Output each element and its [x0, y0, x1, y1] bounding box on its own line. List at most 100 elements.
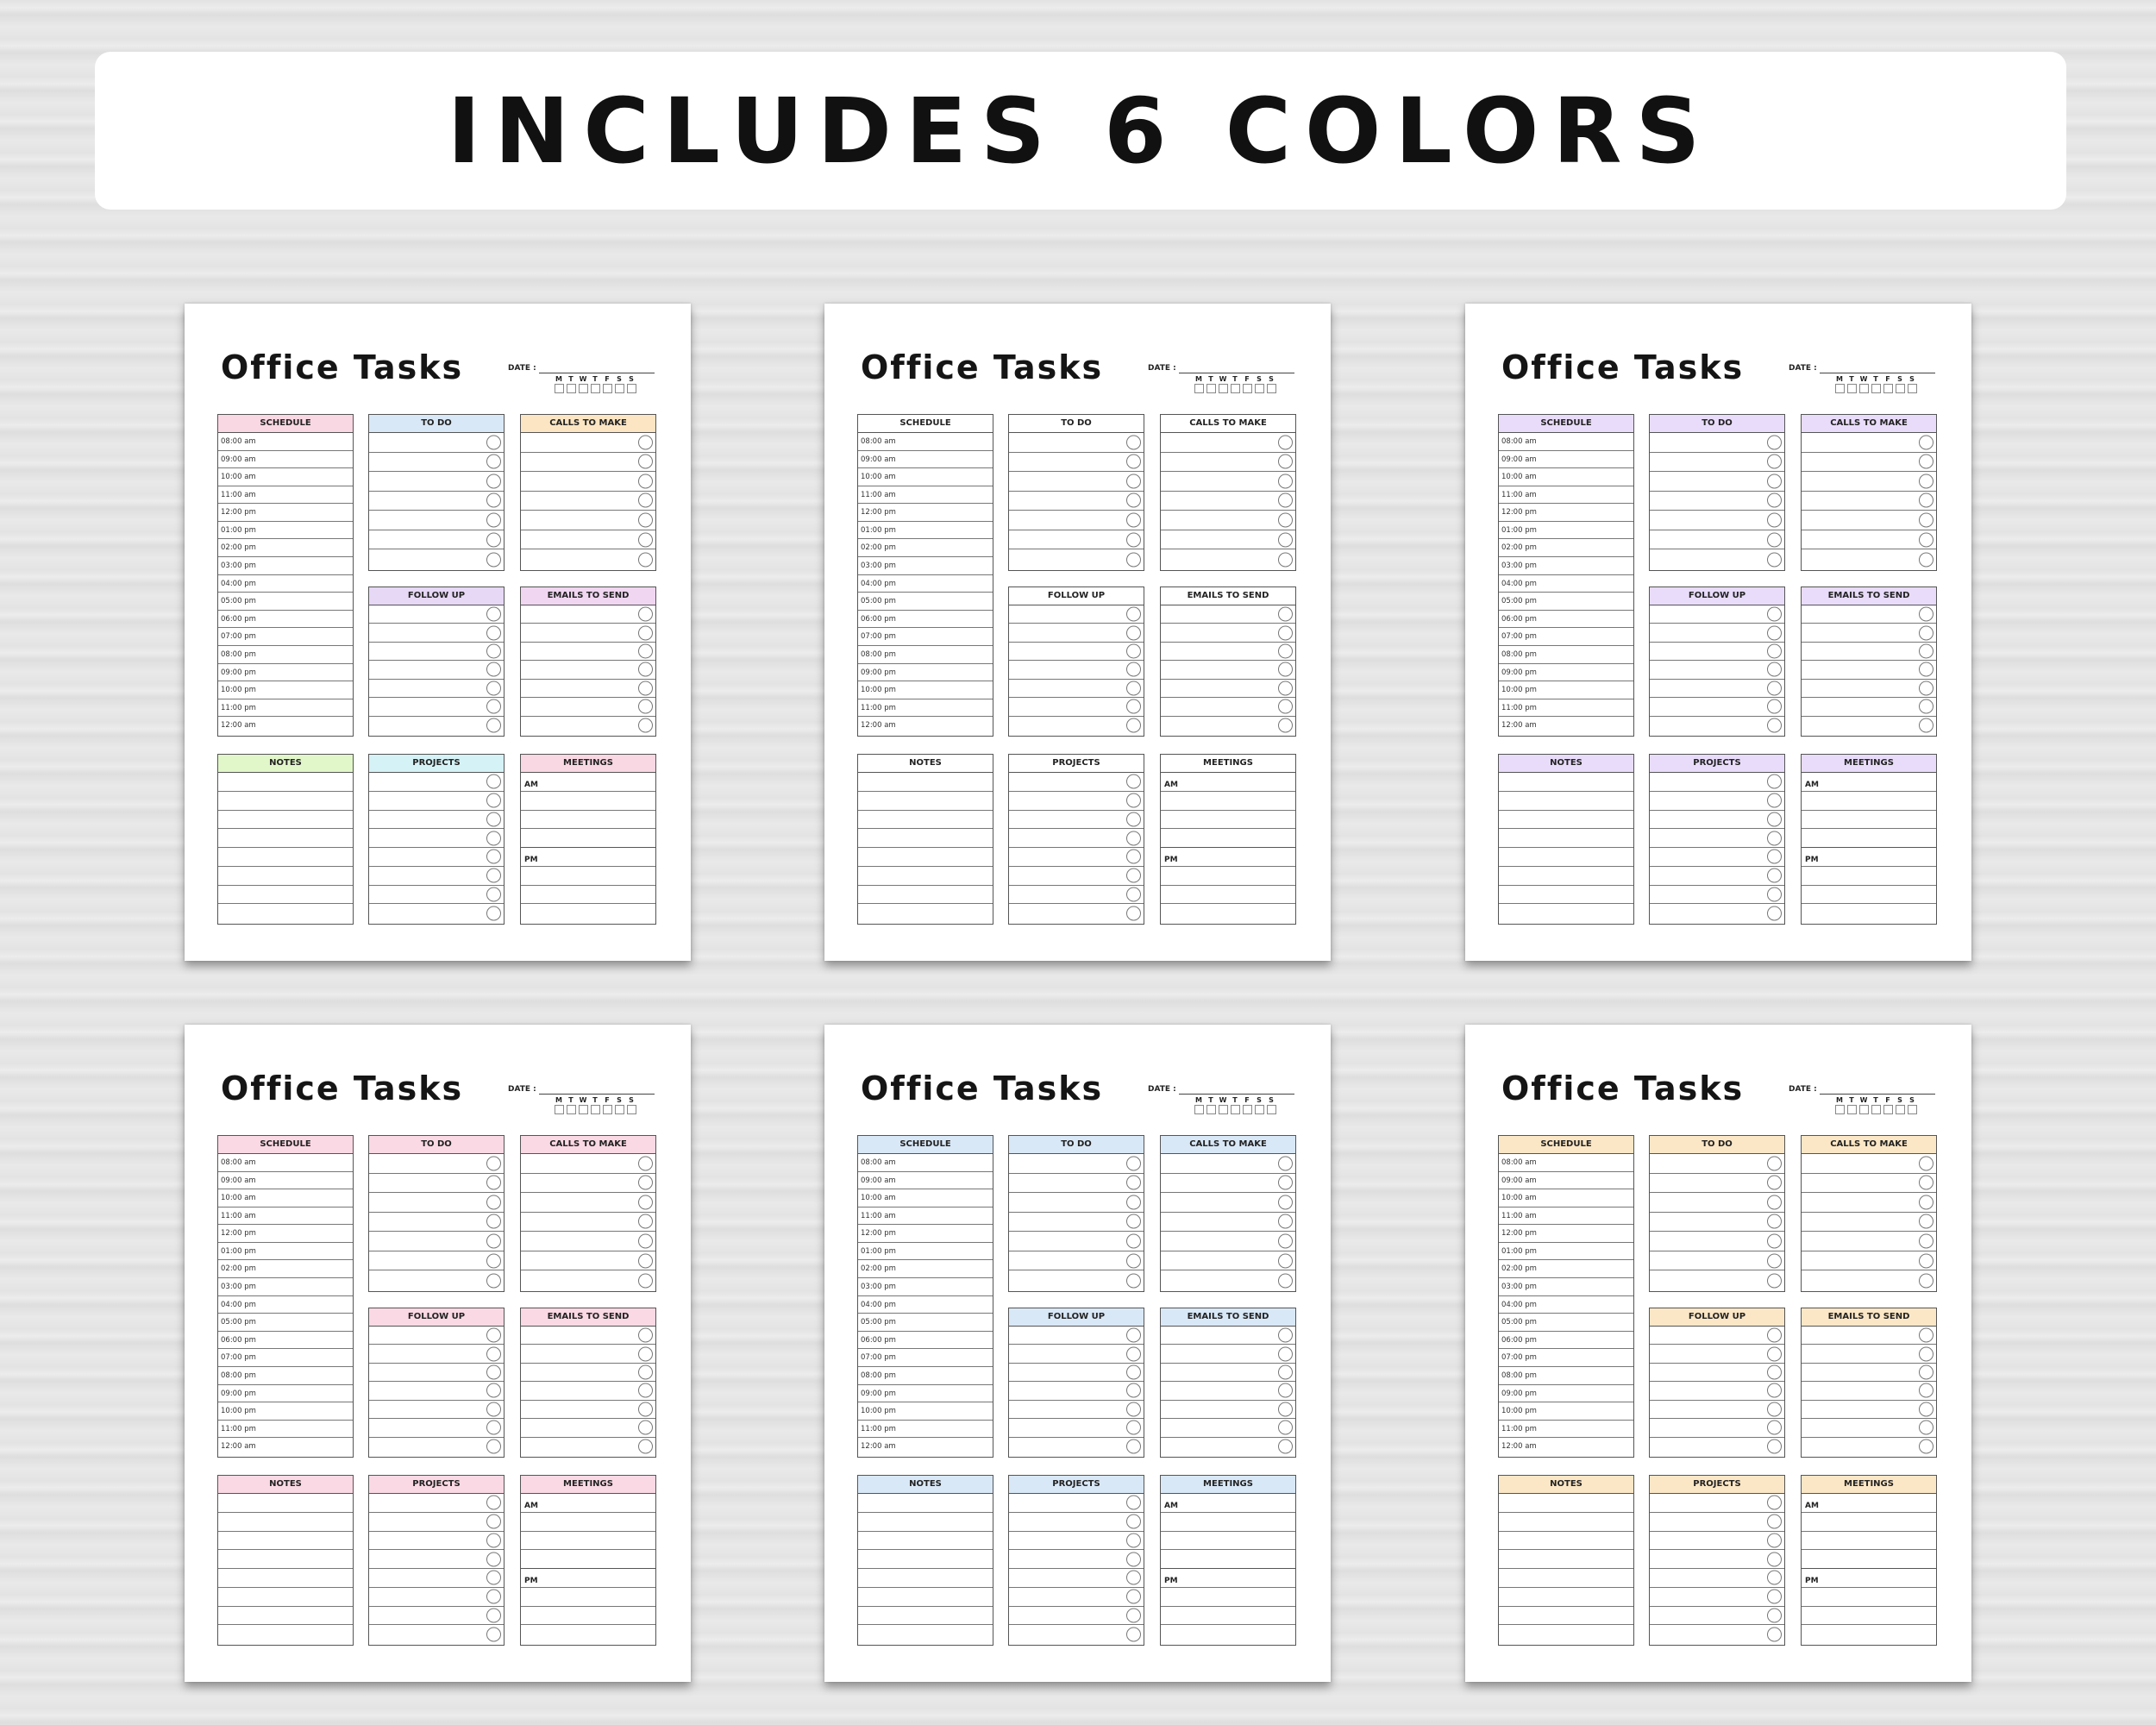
projects-panel-row[interactable]: [1009, 811, 1144, 830]
checkbox-circle-icon[interactable]: [1767, 1214, 1782, 1229]
schedule-panel-row[interactable]: 06:00 pm: [858, 611, 993, 629]
todo-panel-row[interactable]: [1650, 453, 1784, 473]
checkbox-circle-icon[interactable]: [1767, 1233, 1782, 1249]
schedule-panel-row[interactable]: 12:00 am: [1499, 717, 1633, 735]
checkbox-circle-icon[interactable]: [1767, 532, 1782, 548]
projects-panel-row[interactable]: [1650, 1625, 1784, 1644]
weekday-checkbox[interactable]: [1858, 384, 1869, 393]
todo-panel-row[interactable]: [369, 549, 504, 569]
checkbox-circle-icon[interactable]: [1126, 552, 1141, 568]
checkbox-circle-icon[interactable]: [486, 1233, 501, 1249]
calls-panel-row[interactable]: [1802, 1270, 1936, 1290]
checkbox-circle-icon[interactable]: [1919, 1383, 1934, 1398]
meetings-panel-row[interactable]: PM: [1802, 848, 1936, 867]
schedule-panel-row[interactable]: 02:00 pm: [858, 1260, 993, 1279]
emails-panel-row[interactable]: [521, 698, 655, 717]
notes-panel-row[interactable]: [218, 1532, 353, 1551]
date-field[interactable]: DATE :MTWTFSS: [508, 1085, 655, 1120]
checkbox-circle-icon[interactable]: [1767, 1589, 1782, 1604]
weekday-checkbox[interactable]: [614, 1105, 624, 1114]
followup-panel-row[interactable]: [1009, 1438, 1144, 1456]
date-field[interactable]: DATE :MTWTFSS: [1789, 364, 1935, 398]
meetings-panel-row[interactable]: PM: [521, 848, 655, 867]
projects-panel-row[interactable]: [1009, 1588, 1144, 1607]
schedule-panel-row[interactable]: 04:00 pm: [218, 575, 353, 593]
todo-panel-row[interactable]: [1009, 453, 1144, 473]
calls-panel-row[interactable]: [521, 1213, 655, 1233]
weekday-S[interactable]: S: [1253, 375, 1265, 393]
checkbox-circle-icon[interactable]: [1126, 1627, 1141, 1642]
checkbox-circle-icon[interactable]: [638, 1420, 653, 1435]
checkbox-circle-icon[interactable]: [1126, 868, 1141, 883]
projects-panel-row[interactable]: [1650, 848, 1784, 867]
checkbox-circle-icon[interactable]: [1919, 1156, 1934, 1171]
checkbox-circle-icon[interactable]: [1919, 1253, 1934, 1269]
projects-panel-row[interactable]: [1009, 1513, 1144, 1532]
checkbox-circle-icon[interactable]: [486, 887, 501, 902]
checkbox-circle-icon[interactable]: [486, 492, 501, 508]
followup-panel-row[interactable]: [369, 624, 504, 643]
weekday-checkbox[interactable]: [1846, 384, 1857, 393]
notes-panel-row[interactable]: [218, 1625, 353, 1644]
weekday-F[interactable]: F: [601, 375, 613, 393]
checkbox-circle-icon[interactable]: [486, 1402, 501, 1417]
checkbox-circle-icon[interactable]: [1278, 1364, 1293, 1380]
projects-panel-row[interactable]: [1009, 1569, 1144, 1588]
checkbox-circle-icon[interactable]: [486, 625, 501, 641]
emails-panel-row[interactable]: [521, 661, 655, 680]
notes-panel-row[interactable]: [1499, 829, 1633, 848]
checkbox-circle-icon[interactable]: [1919, 699, 1934, 714]
weekday-checkbox[interactable]: [1266, 1105, 1276, 1114]
meetings-panel-row[interactable]: [521, 1607, 655, 1626]
schedule-panel-row[interactable]: 09:00 pm: [1499, 1385, 1633, 1403]
checkbox-circle-icon[interactable]: [1767, 887, 1782, 902]
weekday-checkbox[interactable]: [1883, 1105, 1893, 1114]
schedule-panel-row[interactable]: 04:00 pm: [858, 575, 993, 593]
schedule-panel-row[interactable]: 03:00 pm: [218, 1278, 353, 1296]
todo-panel-row[interactable]: [369, 433, 504, 453]
checkbox-circle-icon[interactable]: [486, 1439, 501, 1454]
checkbox-circle-icon[interactable]: [486, 1383, 501, 1398]
date-line[interactable]: [1179, 1094, 1294, 1095]
emails-panel-row[interactable]: [521, 643, 655, 662]
weekday-checkbox[interactable]: [1895, 384, 1905, 393]
todo-panel-row[interactable]: [369, 472, 504, 492]
meetings-panel-row[interactable]: [1802, 867, 1936, 886]
schedule-panel-row[interactable]: 10:00 am: [858, 1189, 993, 1208]
notes-panel-row[interactable]: [218, 1494, 353, 1513]
checkbox-circle-icon[interactable]: [1126, 1273, 1141, 1289]
todo-panel-row[interactable]: [1650, 1270, 1784, 1290]
notes-panel-row[interactable]: [858, 1625, 993, 1644]
notes-panel-row[interactable]: [1499, 811, 1633, 830]
followup-panel-row[interactable]: [369, 1327, 504, 1346]
followup-panel-row[interactable]: [1009, 717, 1144, 735]
weekday-checkbox[interactable]: [1834, 384, 1845, 393]
checkbox-circle-icon[interactable]: [1126, 699, 1141, 714]
notes-panel-row[interactable]: [1499, 1513, 1633, 1532]
followup-panel-row[interactable]: [1009, 1401, 1144, 1420]
followup-panel-row[interactable]: [369, 1419, 504, 1438]
schedule-panel-row[interactable]: 12:00 pm: [218, 504, 353, 522]
schedule-panel-row[interactable]: 07:00 pm: [1499, 1349, 1633, 1367]
calls-panel-row[interactable]: [521, 1232, 655, 1251]
meetings-panel-row[interactable]: AM: [1161, 1494, 1295, 1513]
weekday-T[interactable]: T: [1870, 1096, 1882, 1114]
projects-panel-row[interactable]: [1650, 1494, 1784, 1513]
checkbox-circle-icon[interactable]: [1767, 1420, 1782, 1435]
weekday-T[interactable]: T: [565, 375, 577, 393]
weekday-checkbox[interactable]: [1883, 384, 1893, 393]
projects-panel-row[interactable]: [1009, 829, 1144, 848]
schedule-panel-row[interactable]: 05:00 pm: [218, 1314, 353, 1332]
calls-panel-row[interactable]: [1161, 1232, 1295, 1251]
checkbox-circle-icon[interactable]: [1126, 1533, 1141, 1548]
schedule-panel-row[interactable]: 01:00 pm: [858, 522, 993, 540]
emails-panel-row[interactable]: [521, 1438, 655, 1456]
followup-panel-row[interactable]: [1650, 1364, 1784, 1383]
weekday-T[interactable]: T: [1870, 375, 1882, 393]
schedule-panel-row[interactable]: 12:00 pm: [1499, 1225, 1633, 1243]
calls-panel-row[interactable]: [1161, 1154, 1295, 1174]
followup-panel-row[interactable]: [369, 698, 504, 717]
schedule-panel-row[interactable]: 07:00 pm: [858, 628, 993, 646]
followup-panel-row[interactable]: [1650, 1438, 1784, 1456]
weekday-checkbox[interactable]: [1871, 1105, 1881, 1114]
